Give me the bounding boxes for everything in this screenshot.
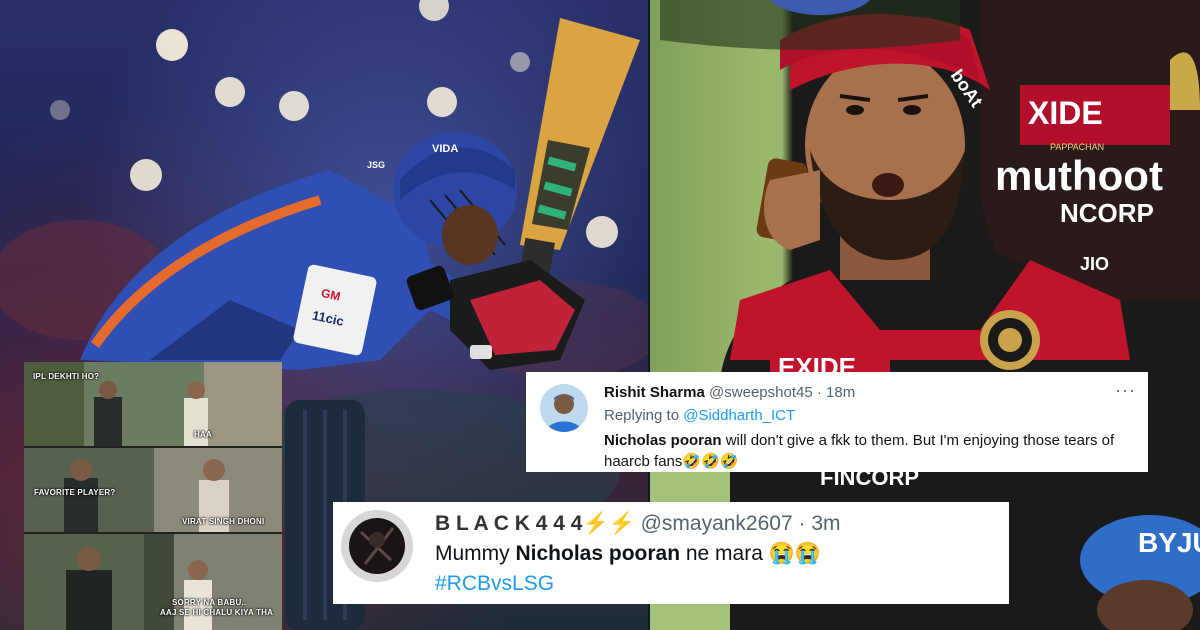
jersey-muthoot-text: muthoot (995, 152, 1163, 199)
jersey-jio-text: JIO (1080, 254, 1109, 274)
tweet-text: Mummy Nicholas pooran ne mara 😭😭 (435, 542, 821, 566)
meme-caption-2a: FAVORITE PLAYER? (34, 488, 116, 497)
avatar[interactable] (341, 510, 413, 582)
author-handle[interactable]: @sweepshot45 (709, 384, 813, 401)
tweet-card-1[interactable]: Rishit Sharma @sweepshot45 · 18m ··· Rep… (526, 372, 1148, 472)
tweet-time[interactable]: 18m (826, 384, 855, 401)
jersey-pappachan-text: PAPPACHAN (1050, 142, 1104, 152)
replying-line: Replying to @Siddharth_ICT (604, 407, 795, 424)
avatar-image (341, 510, 413, 582)
meme-caption-3a: SORRY NA BABU.. (172, 598, 247, 607)
dot-separator: · (798, 512, 806, 535)
meme-frame-1: IPL DEKHTI HO? HAA (24, 362, 282, 446)
tweet-text-bold: Nicholas pooran (515, 542, 681, 565)
meme-frame-3: SORRY NA BABU.. AAJ SE HI CHALU KIYA THA (24, 534, 282, 630)
helmet-badge-text: JSG (367, 160, 385, 170)
tweet-text-bold: Nicholas pooran (604, 432, 722, 449)
helmet-text: VIDA (432, 143, 458, 155)
meme-caption-2b: VIRAT SINGH DHONI (182, 517, 265, 526)
meme-strip: IPL DEKHTI HO? HAA FAVORITE PLAYER? VIRA… (24, 362, 282, 630)
tweet-text-prefix: Mummy (435, 542, 516, 565)
hashtag-line: #RCBvsLSG (435, 572, 554, 596)
more-icon[interactable]: ··· (1115, 380, 1136, 401)
jersey-exide-text: XIDE (1028, 95, 1103, 131)
dot-separator: · (816, 384, 822, 401)
meme-caption-1a: IPL DEKHTI HO? (33, 372, 100, 381)
cap-edge-text: BYJU (1138, 527, 1200, 558)
author-name[interactable]: Rishit Sharma (604, 384, 705, 401)
hashtag-link[interactable]: #RCBvsLSG (435, 572, 554, 595)
replying-prefix: Replying to (604, 407, 680, 424)
tweet-card-2[interactable]: B L A C K 4 4 4⚡⚡ @smayank2607 · 3m Mumm… (333, 502, 1009, 604)
author-name-emoji: ⚡⚡ (582, 512, 635, 535)
tweet-text: Nicholas pooran will don't give a fkk to… (604, 430, 1144, 472)
tweet-header: B L A C K 4 4 4⚡⚡ @smayank2607 · 3m (435, 512, 841, 536)
tweet-header: Rishit Sharma @sweepshot45 · 18m (604, 384, 855, 401)
avatar[interactable] (540, 384, 588, 432)
meme-caption-1b: HAA (194, 430, 212, 439)
avatar-image (540, 384, 588, 432)
tweet-text-suffix: ne mara 😭😭 (680, 542, 822, 565)
tweet-time[interactable]: 3m (811, 512, 840, 535)
reply-to-link[interactable]: @Siddharth_ICT (683, 407, 795, 424)
meme-caption-3b: AAJ SE HI CHALU KIYA THA (160, 608, 274, 617)
author-handle[interactable]: @smayank2607 (641, 512, 793, 535)
meme-frame-2: FAVORITE PLAYER? VIRAT SINGH DHONI (24, 448, 282, 532)
author-name[interactable]: B L A C K 4 4 4 (435, 512, 582, 535)
jersey-fincorp-text: NCORP (1060, 198, 1154, 228)
